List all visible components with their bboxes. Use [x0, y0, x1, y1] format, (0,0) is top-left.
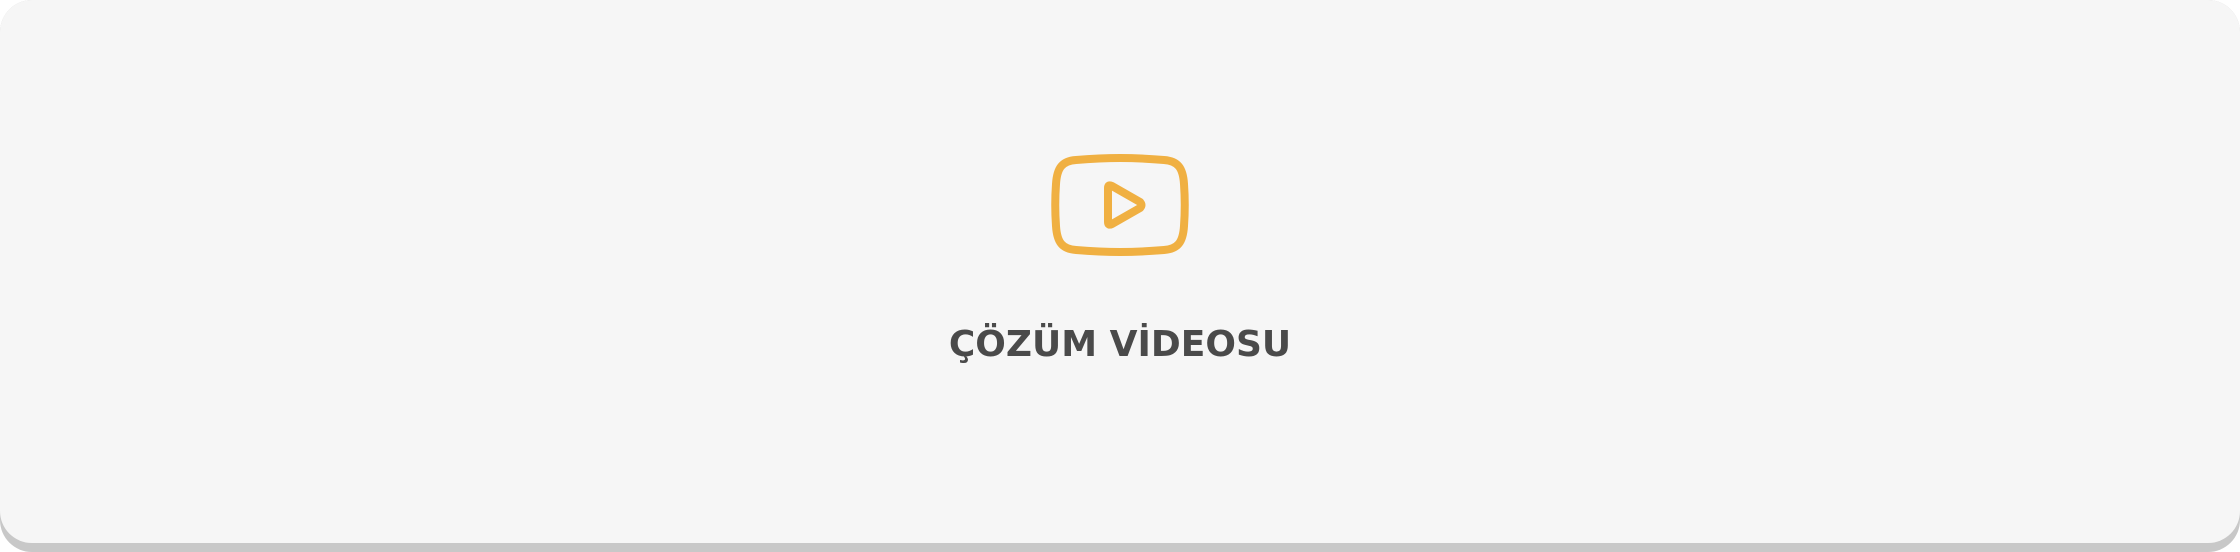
card-label: ÇÖZÜM VİDEOSU [948, 324, 1292, 365]
solution-video-card[interactable]: ÇÖZÜM VİDEOSU [0, 0, 2240, 543]
video-play-icon [1048, 150, 1192, 260]
